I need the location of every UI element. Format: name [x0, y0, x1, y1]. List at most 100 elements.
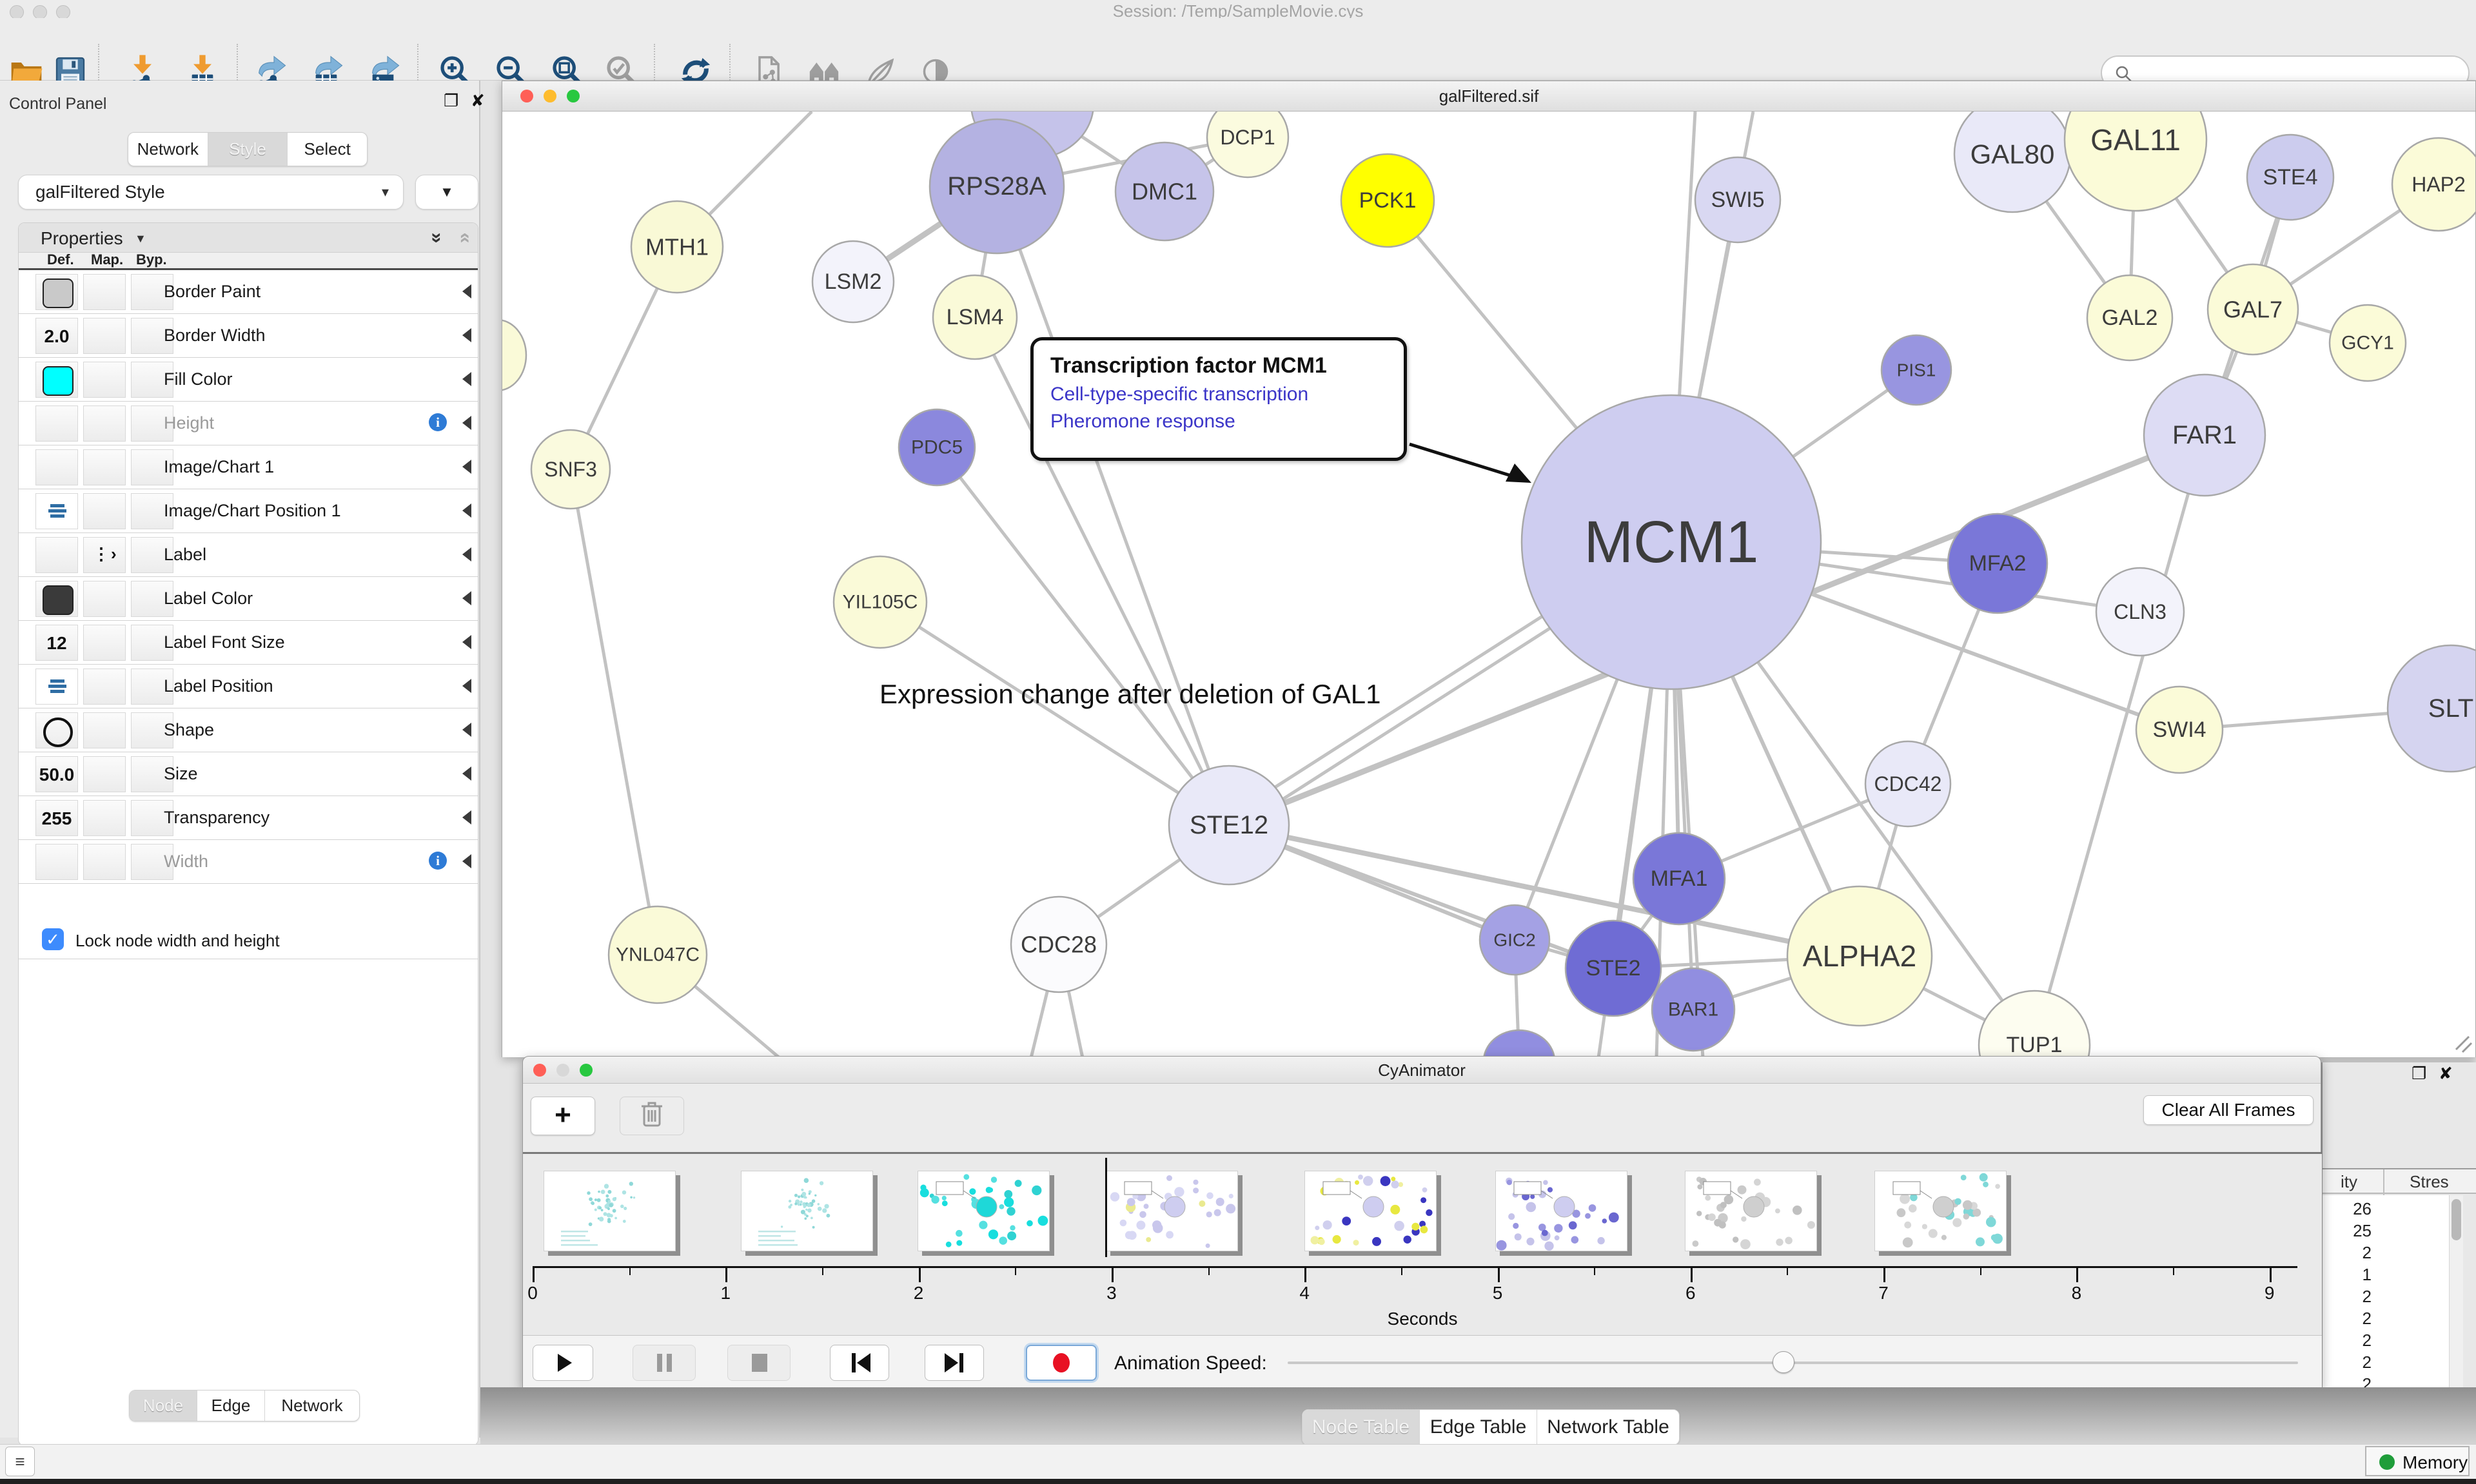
mapping-value-cell[interactable] [83, 669, 126, 705]
next-frame-button[interactable] [925, 1345, 984, 1381]
scrollbar-thumb[interactable] [2451, 1199, 2461, 1240]
default-value-cell[interactable] [35, 712, 78, 748]
tab-network-style[interactable]: Network [265, 1391, 359, 1421]
close-panel-icon[interactable]: ✘ [471, 92, 485, 109]
memory-button[interactable]: Memory [2365, 1446, 2470, 1476]
network-node-GAL7[interactable]: GAL7 [2208, 264, 2298, 355]
table-cell-value[interactable]: 2 [2323, 1243, 2372, 1263]
timeline-frame-4-thumbnail[interactable] [1106, 1171, 1238, 1251]
network-node-PDC5[interactable]: PDC5 [899, 409, 975, 485]
network-node-RPS28A[interactable]: RPS28A [930, 119, 1064, 253]
mapping-value-cell[interactable] [83, 362, 126, 398]
tab-edge[interactable]: Edge [197, 1391, 265, 1421]
col-connectivity[interactable]: ity [2341, 1172, 2357, 1192]
network-node-YNL047C[interactable]: YNL047C [609, 906, 707, 1003]
network-node-TUP1[interactable]: TUP1 [1979, 991, 2090, 1057]
annotation-link-1[interactable]: Cell-type-specific transcription [1050, 384, 1387, 405]
expand-arrow-icon[interactable] [462, 723, 471, 737]
network-node-GCY1[interactable]: GCY1 [2330, 305, 2406, 381]
default-value-cell[interactable]: 12 [35, 625, 78, 661]
timeline-area[interactable]: 0123456789 Seconds [523, 1154, 2322, 1335]
network-node-GAL2[interactable]: GAL2 [2087, 275, 2172, 360]
default-value-cell[interactable] [35, 405, 78, 442]
info-icon[interactable]: i [429, 852, 447, 870]
network-node-CLN3[interactable]: CLN3 [2096, 568, 2184, 656]
tab-edge-table[interactable]: Edge Table [1420, 1410, 1537, 1445]
network-node-BAR1[interactable]: BAR1 [1652, 968, 1734, 1051]
network-node-MFA2[interactable]: MFA2 [1948, 514, 2047, 613]
network-edge[interactable] [997, 186, 1229, 825]
network-node-STE2[interactable]: STE2 [1566, 921, 1661, 1016]
default-value-cell[interactable] [35, 449, 78, 485]
table-cell-value[interactable]: 2 [2323, 1309, 2372, 1329]
expand-arrow-icon[interactable] [462, 328, 471, 342]
table-cell-value[interactable]: 2 [2323, 1331, 2372, 1351]
mapping-value-cell[interactable] [83, 625, 126, 661]
network-node-SWI5[interactable]: SWI5 [1695, 157, 1780, 242]
tab-style[interactable]: Style [208, 133, 288, 166]
timeline-frame-2-thumbnail[interactable] [741, 1171, 873, 1251]
default-value-cell[interactable] [35, 581, 78, 617]
annotation-box[interactable]: Transcription factor MCM1 Cell-type-spec… [1030, 337, 1407, 461]
tab-node-table[interactable]: Node Table [1302, 1410, 1420, 1445]
expand-all-icon[interactable]: » [426, 233, 447, 244]
network-node-STE4[interactable]: STE4 [2247, 135, 2334, 220]
network-node-GAL11[interactable]: GAL11 [2065, 112, 2206, 211]
delete-frame-button[interactable] [620, 1097, 684, 1135]
network-node-CDC28[interactable]: CDC28 [1011, 897, 1106, 992]
style-options-button[interactable]: ▼ [415, 175, 478, 210]
mapping-value-cell[interactable] [83, 493, 126, 529]
timeline-frame-5-thumbnail[interactable] [1304, 1171, 1437, 1251]
expand-arrow-icon[interactable] [462, 547, 471, 561]
task-history-button[interactable]: ≡ [5, 1447, 35, 1476]
timeline-playhead[interactable] [1105, 1158, 1107, 1257]
network-node-FAR1[interactable]: FAR1 [2144, 375, 2265, 496]
mapping-value-cell[interactable] [83, 844, 126, 880]
expand-arrow-icon[interactable] [462, 460, 471, 474]
mapping-value-cell[interactable] [83, 581, 126, 617]
network-node-ALPHA2[interactable]: ALPHA2 [1787, 886, 1932, 1026]
network-edge[interactable] [880, 602, 1229, 825]
network-node-PIS1[interactable]: PIS1 [1882, 335, 1951, 405]
timeline-frame-1-thumbnail[interactable] [544, 1171, 676, 1251]
network-edge[interactable] [571, 469, 658, 955]
mapping-value-cell[interactable] [83, 756, 126, 792]
expand-arrow-icon[interactable] [462, 416, 471, 430]
properties-header[interactable]: Properties ▼ » » [19, 223, 478, 253]
stop-button[interactable] [727, 1345, 791, 1381]
expand-arrow-icon[interactable] [462, 503, 471, 518]
network-edge[interactable] [937, 447, 1229, 825]
expand-arrow-icon[interactable] [462, 372, 471, 386]
network-edge[interactable] [1229, 825, 1613, 968]
mapping-value-cell[interactable] [83, 405, 126, 442]
expand-arrow-icon[interactable] [462, 854, 471, 868]
table-scrollbar[interactable] [2449, 1195, 2463, 1392]
network-node-SLT2[interactable]: SLT [2388, 645, 2475, 772]
network-window-titlebar[interactable]: galFiltered.sif [502, 81, 2475, 112]
mapping-value-cell[interactable]: ⋮› [83, 537, 126, 573]
network-node-SWI4[interactable]: SWI4 [2136, 687, 2223, 773]
default-value-cell[interactable] [35, 844, 78, 880]
network-node-HAP2[interactable]: HAP2 [2392, 138, 2475, 231]
float-panel-icon[interactable]: ❐ [444, 92, 458, 109]
timeline-frame-6-thumbnail[interactable] [1495, 1171, 1627, 1251]
network-node-leftcut[interactable] [502, 320, 526, 391]
col-stress[interactable]: Stres [2410, 1172, 2449, 1192]
slider-thumb[interactable] [1773, 1351, 1794, 1373]
clear-all-frames-button[interactable]: Clear All Frames [2143, 1095, 2314, 1125]
expand-arrow-icon[interactable] [462, 766, 471, 781]
timeline-frame-3-thumbnail[interactable] [918, 1171, 1050, 1251]
mapping-value-cell[interactable] [83, 274, 126, 310]
default-value-cell[interactable]: 255 [35, 800, 78, 836]
expand-arrow-icon[interactable] [462, 284, 471, 298]
mapping-value-cell[interactable] [83, 449, 126, 485]
info-icon[interactable]: i [429, 413, 447, 431]
table-cell-value[interactable]: 2 [2323, 1352, 2372, 1372]
table-cell-value[interactable]: 2 [2323, 1287, 2372, 1307]
cyanimator-titlebar[interactable]: CyAnimator [523, 1057, 2321, 1084]
expand-arrow-icon[interactable] [462, 810, 471, 825]
network-node-MTH1[interactable]: MTH1 [631, 201, 723, 293]
float-panel-icon[interactable]: ❐ [2412, 1065, 2426, 1082]
tab-network-table[interactable]: Network Table [1537, 1410, 1679, 1445]
network-node-GAL80[interactable]: GAL80 [1954, 112, 2070, 212]
